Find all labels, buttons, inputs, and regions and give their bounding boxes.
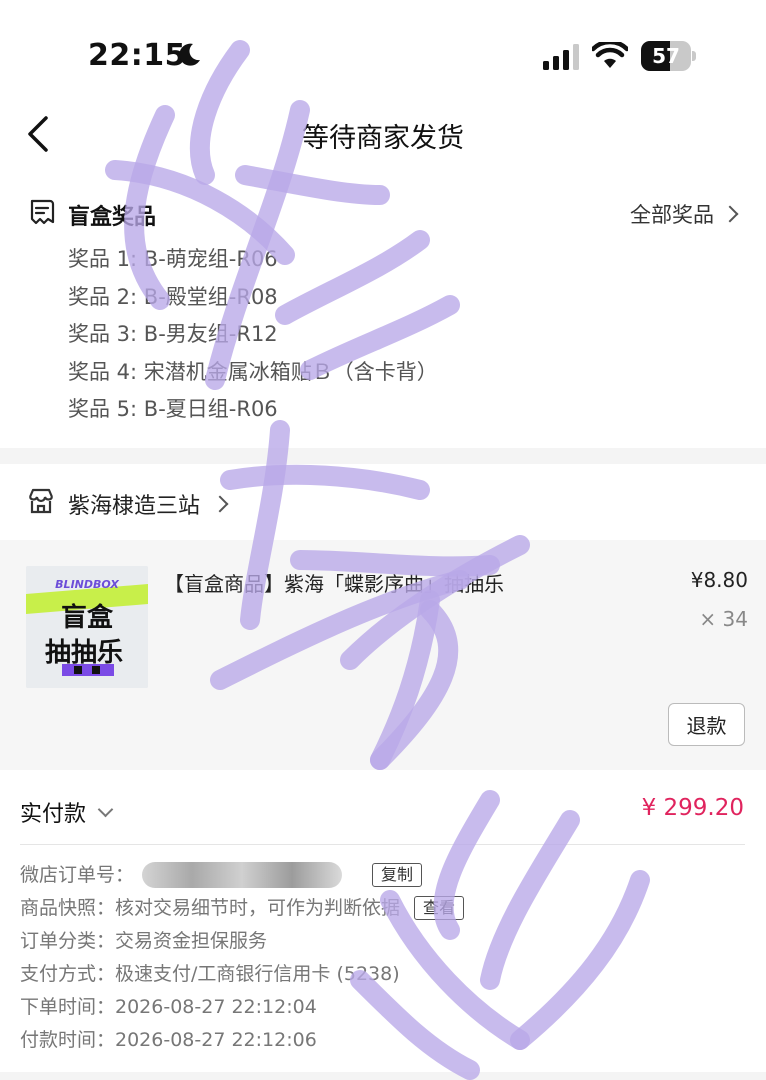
page-title: 等待商家发货 (302, 123, 464, 154)
status-time: 22:15 (88, 38, 186, 73)
order-details: 微店订单号： 复制 商品快照：核对交易细节时，可作为判断依据 查看 订单分类：交… (20, 858, 465, 1056)
prize-item: 奖品 3: B-男友组-R12 (68, 322, 278, 346)
prize-item: 奖品 4: 宋潜机金属冰箱贴Ｂ（含卡背） (68, 359, 438, 384)
order-number-row: 微店订单号： 复制 (20, 858, 464, 891)
chevron-down-icon (97, 801, 114, 817)
blindbox-artwork: BLINDBOX 盲盒 抽抽乐 (26, 566, 148, 688)
chevron-right-icon (211, 495, 229, 513)
prize-section-title: 盲盒奖品 (68, 205, 157, 230)
product-quantity: × 34 (699, 607, 748, 631)
shop-row[interactable]: 紫海棣造三站 (0, 464, 766, 538)
nav-bar: 等待商家发货 (0, 100, 766, 170)
thumb-line1: 盲盒 (61, 602, 114, 633)
battery-percent: 57 (652, 44, 680, 68)
payment-section: 实付款 ¥ 299.20 微店订单号： 复制 商品快照：核对交易细节时，可作为判… (0, 772, 766, 1072)
all-prizes-link[interactable]: 全部奖品 (630, 199, 739, 229)
all-prizes-label: 全部奖品 (630, 203, 714, 227)
shop-icon (28, 488, 54, 514)
order-number-label: 微店订单号： (20, 863, 135, 886)
refund-button[interactable]: 退款 (668, 703, 745, 746)
prize-item: 奖品 1: B-萌宠组-R06 (68, 247, 278, 271)
status-bar: 22:15 57 (0, 0, 766, 110)
wifi-icon (592, 42, 628, 68)
prize-item: 奖品 2: B-殿堂组-R08 (68, 284, 278, 309)
prize-list-icon (30, 199, 55, 225)
divider (20, 844, 745, 845)
snapshot-row: 商品快照：核对交易细节时，可作为判断依据 查看 (20, 891, 465, 924)
section-divider (0, 448, 766, 464)
product-thumbnail[interactable]: BLINDBOX 盲盒 抽抽乐 (26, 566, 148, 688)
payment-label: 实付款 (20, 802, 87, 827)
moon-icon (179, 43, 200, 66)
payment-amount: ¥ 299.20 (641, 795, 744, 821)
payment-method: 支付方式：极速支付/工商银行信用卡 (5238) (20, 962, 400, 985)
thumb-line2: 抽抽乐 (45, 638, 123, 668)
battery-icon: 57 (641, 41, 697, 71)
prize-section: 盲盒奖品 全部奖品 奖品 1: B-萌宠组-R06 奖品 2: B-殿堂组-R0… (0, 180, 766, 448)
product-card[interactable]: BLINDBOX 盲盒 抽抽乐 【盲盒商品】紫海「蝶影序曲」抽抽乐 ¥8.80 … (0, 540, 766, 770)
payment-toggle[interactable]: 实付款 (20, 796, 114, 828)
snapshot-label: 商品快照：核对交易细节时，可作为判断依据 (20, 896, 401, 919)
product-price: ¥8.80 (690, 568, 748, 592)
order-time: 下单时间：2026-08-27 22:12:04 (20, 995, 317, 1018)
signal-icon (543, 44, 579, 70)
thumb-brand: BLINDBOX (55, 578, 119, 591)
copy-button[interactable]: 复制 (372, 862, 423, 887)
redacted-order-number (142, 861, 343, 888)
view-snapshot-button[interactable]: 查看 (414, 895, 465, 920)
bottom-divider (0, 1072, 766, 1080)
shop-name: 紫海棣造三站 (68, 494, 201, 519)
payment-time: 付款时间：2026-08-27 22:12:06 (20, 1028, 317, 1051)
prize-item: 奖品 5: B-夏日组-R06 (68, 397, 278, 421)
chevron-right-icon (721, 205, 739, 223)
product-title: 【盲盒商品】紫海「蝶影序曲」抽抽乐 (164, 572, 504, 596)
order-category: 订单分类：交易资金担保服务 (20, 929, 268, 952)
prize-list: 奖品 1: B-萌宠组-R06 奖品 2: B-殿堂组-R08 奖品 3: B-… (68, 244, 438, 432)
